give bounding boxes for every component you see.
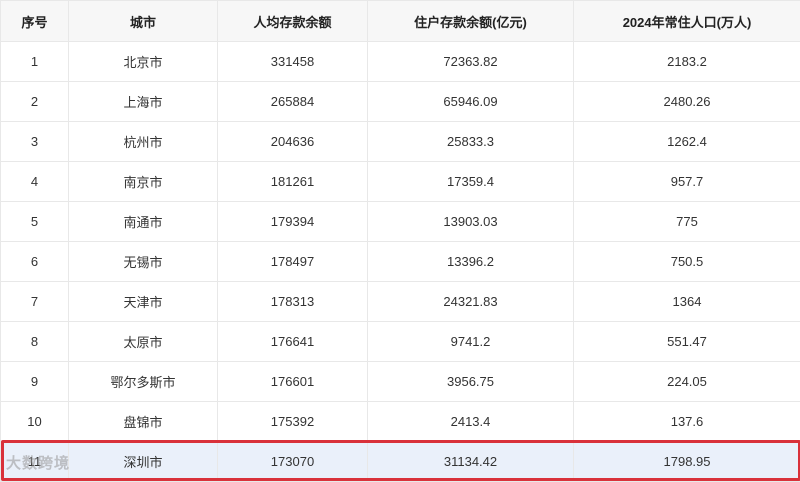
cell-city: 上海市 — [69, 82, 218, 122]
cell-index: 9 — [1, 362, 69, 402]
cell-household-deposit: 31134.42 — [368, 442, 574, 482]
cell-city: 天津市 — [69, 282, 218, 322]
cell-city: 盘锦市 — [69, 402, 218, 442]
table-row: 8太原市1766419741.2551.47 — [1, 322, 800, 362]
table-row: 4南京市18126117359.4957.7 — [1, 162, 800, 202]
cell-index: 1 — [1, 42, 69, 82]
table-row: 5南通市17939413903.03775 — [1, 202, 800, 242]
cell-city: 无锡市 — [69, 242, 218, 282]
cell-per-capita: 178313 — [218, 282, 368, 322]
cell-population: 551.47 — [574, 322, 800, 362]
header-household-deposit: 住户存款余额(亿元) — [368, 1, 574, 42]
cell-per-capita: 173070 — [218, 442, 368, 482]
table-row: 9鄂尔多斯市1766013956.75224.05 — [1, 362, 800, 402]
cell-per-capita: 179394 — [218, 202, 368, 242]
table-row: 1北京市33145872363.822183.2 — [1, 42, 800, 82]
cell-index: 6 — [1, 242, 69, 282]
cell-city: 太原市 — [69, 322, 218, 362]
cell-per-capita: 175392 — [218, 402, 368, 442]
cell-population: 137.6 — [574, 402, 800, 442]
cell-population: 1262.4 — [574, 122, 800, 162]
header-per-capita: 人均存款余额 — [218, 1, 368, 42]
cell-population: 2480.26 — [574, 82, 800, 122]
table-row: 3杭州市20463625833.31262.4 — [1, 122, 800, 162]
table-row: 6无锡市17849713396.2750.5 — [1, 242, 800, 282]
cell-city: 北京市 — [69, 42, 218, 82]
cell-household-deposit: 9741.2 — [368, 322, 574, 362]
cell-population: 957.7 — [574, 162, 800, 202]
cell-per-capita: 331458 — [218, 42, 368, 82]
cell-household-deposit: 13903.03 — [368, 202, 574, 242]
cell-city: 南京市 — [69, 162, 218, 202]
cell-household-deposit: 24321.83 — [368, 282, 574, 322]
cell-index: 8 — [1, 322, 69, 362]
cell-population: 1798.95 — [574, 442, 800, 482]
cell-household-deposit: 3956.75 — [368, 362, 574, 402]
cell-household-deposit: 65946.09 — [368, 82, 574, 122]
cell-per-capita: 181261 — [218, 162, 368, 202]
cell-household-deposit: 25833.3 — [368, 122, 574, 162]
cell-population: 224.05 — [574, 362, 800, 402]
cell-population: 750.5 — [574, 242, 800, 282]
cell-household-deposit: 17359.4 — [368, 162, 574, 202]
table-row: 10盘锦市1753922413.4137.6 — [1, 402, 800, 442]
table-row: 2上海市26588465946.092480.26 — [1, 82, 800, 122]
cell-index: 5 — [1, 202, 69, 242]
deposit-table: 序号 城市 人均存款余额 住户存款余额(亿元) 2024年常住人口(万人) 1北… — [0, 0, 800, 482]
header-population: 2024年常住人口(万人) — [574, 1, 800, 42]
header-city: 城市 — [69, 1, 218, 42]
table-row: 11深圳市17307031134.421798.95 — [1, 442, 800, 482]
table-row: 7天津市17831324321.831364 — [1, 282, 800, 322]
cell-per-capita: 176601 — [218, 362, 368, 402]
cell-index: 7 — [1, 282, 69, 322]
cell-index: 4 — [1, 162, 69, 202]
cell-per-capita: 178497 — [218, 242, 368, 282]
cell-population: 2183.2 — [574, 42, 800, 82]
cell-index: 3 — [1, 122, 69, 162]
cell-household-deposit: 13396.2 — [368, 242, 574, 282]
cell-city: 深圳市 — [69, 442, 218, 482]
cell-population: 1364 — [574, 282, 800, 322]
cell-population: 775 — [574, 202, 800, 242]
cell-per-capita: 204636 — [218, 122, 368, 162]
cell-city: 鄂尔多斯市 — [69, 362, 218, 402]
cell-index: 2 — [1, 82, 69, 122]
watermark: 大数跨境 — [6, 452, 70, 473]
cell-per-capita: 176641 — [218, 322, 368, 362]
cell-city: 南通市 — [69, 202, 218, 242]
cell-per-capita: 265884 — [218, 82, 368, 122]
cell-household-deposit: 72363.82 — [368, 42, 574, 82]
header-index: 序号 — [1, 1, 69, 42]
cell-city: 杭州市 — [69, 122, 218, 162]
header-row: 序号 城市 人均存款余额 住户存款余额(亿元) 2024年常住人口(万人) — [1, 1, 800, 42]
cell-household-deposit: 2413.4 — [368, 402, 574, 442]
cell-index: 10 — [1, 402, 69, 442]
